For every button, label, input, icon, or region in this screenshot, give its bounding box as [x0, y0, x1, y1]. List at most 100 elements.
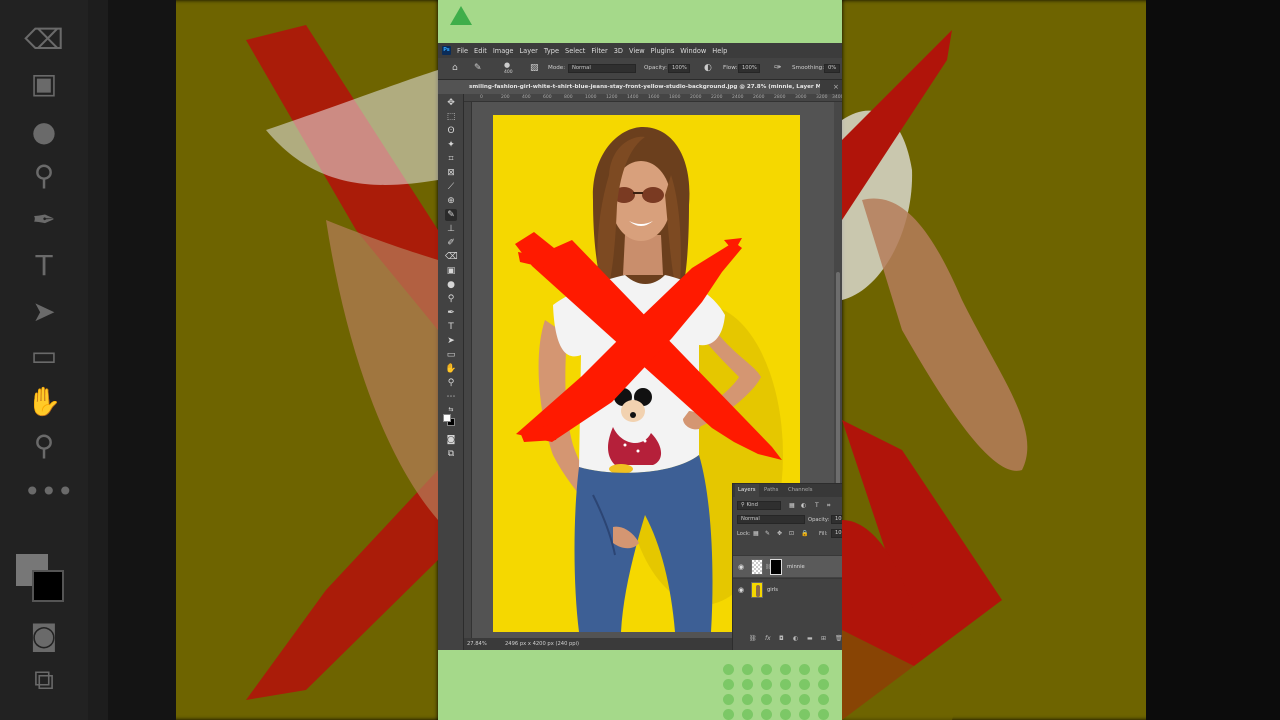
ruler-tick: 2600 — [753, 95, 765, 100]
frame-tool-icon[interactable]: ⊠ — [445, 167, 457, 179]
green-triangle-icon — [450, 6, 472, 25]
menu-view[interactable]: View — [629, 47, 645, 55]
menu-window[interactable]: Window — [680, 47, 706, 55]
document-tabs: smiling-fashion-girl-white-t-shirt-blue-… — [464, 80, 842, 94]
visibility-eye-icon[interactable]: ◉ — [738, 563, 744, 571]
photoshop-window: Ps File Edit Image Layer Type Select Fil… — [438, 43, 842, 650]
menu-layer[interactable]: Layer — [519, 47, 537, 55]
layer-name[interactable]: girls — [767, 586, 778, 594]
visibility-eye-icon[interactable]: ◉ — [738, 586, 744, 594]
quick-mask-icon[interactable]: ◙ — [445, 434, 457, 446]
zoom-tool-icon[interactable]: ⚲ — [445, 377, 457, 389]
filter-adjustment-icon[interactable]: ◐ — [801, 502, 806, 509]
lock-all-icon[interactable]: 🔒 — [801, 530, 808, 537]
smoothing-field[interactable]: 0% — [824, 64, 840, 73]
tab-channels[interactable]: Channels — [785, 484, 816, 497]
tab-paths[interactable]: Paths — [761, 484, 781, 497]
delete-layer-icon[interactable]: 🗑 — [835, 633, 842, 645]
opacity-field[interactable]: 100% — [668, 64, 690, 73]
ruler-tick: 400 — [522, 95, 531, 100]
gradient-tool-icon[interactable]: ▣ — [445, 265, 457, 277]
edit-toolbar-icon[interactable]: ⋯ — [445, 391, 457, 403]
menu-plugins[interactable]: Plugins — [651, 47, 675, 55]
layer-fill-field[interactable]: 100% — [831, 529, 842, 538]
pressure-opacity-icon[interactable]: ◐ — [704, 63, 712, 74]
blurred-background-right — [842, 0, 1280, 720]
blurred-red-x-left — [246, 25, 438, 700]
blur-tool-icon[interactable]: ● — [445, 279, 457, 291]
document-info[interactable]: 2496 px x 4200 px (240 ppi) — [505, 638, 579, 650]
zoom-level[interactable]: 27.84% — [467, 638, 487, 650]
lasso-tool-icon[interactable]: ʘ — [445, 125, 457, 137]
blend-mode-select[interactable]: Normal — [737, 515, 805, 524]
close-tab-icon[interactable]: × — [833, 80, 839, 94]
blurred-ruler — [88, 0, 108, 720]
menu-edit[interactable]: Edit — [474, 47, 487, 55]
layer-row-girls[interactable]: ◉ girls — [733, 578, 842, 600]
menu-filter[interactable]: Filter — [591, 47, 607, 55]
filter-type-icon[interactable]: T — [815, 502, 819, 509]
dodge-tool-icon[interactable]: ⚲ — [445, 293, 457, 305]
layer-style-icon[interactable]: fx — [765, 633, 771, 645]
home-icon[interactable]: ⌂ — [452, 63, 458, 74]
type-tool-icon[interactable]: T — [445, 321, 457, 333]
layer-filter-select[interactable]: ⚲ Kind — [737, 501, 781, 510]
decorative-dot — [799, 679, 810, 690]
clone-stamp-tool-icon[interactable]: ⊥ — [445, 223, 457, 235]
layer-name[interactable]: minnie — [787, 563, 805, 571]
document-tab[interactable]: smiling-fashion-girl-white-t-shirt-blue-… — [464, 80, 820, 94]
lock-image-icon[interactable]: ✎ — [765, 530, 770, 537]
new-group-icon[interactable]: ▬ — [807, 633, 813, 645]
decorative-dot — [818, 709, 829, 720]
screen-mode-icon[interactable]: ⧉ — [445, 448, 457, 460]
flow-label: Flow: — [723, 65, 738, 71]
eraser-tool-icon[interactable]: ⌫ — [445, 251, 458, 263]
path-selection-tool-icon[interactable]: ➤ — [445, 335, 457, 347]
layer-filter-kind: Kind — [746, 502, 758, 508]
menu-type[interactable]: Type — [544, 47, 559, 55]
foreground-color-swatch[interactable] — [443, 414, 451, 422]
pen-icon: ✒ — [32, 203, 56, 236]
brush-settings-icon[interactable]: ▨ — [530, 63, 539, 74]
brush-tool-preset-icon[interactable]: ✎ — [474, 63, 482, 74]
mode-select[interactable]: Normal — [568, 64, 636, 73]
menu-file[interactable]: File — [457, 47, 468, 55]
menu-3d[interactable]: 3D — [614, 47, 623, 55]
layer-opacity-field[interactable]: 100% — [831, 515, 842, 524]
flow-field[interactable]: 100% — [738, 64, 760, 73]
new-adjustment-icon[interactable]: ◐ — [793, 633, 798, 645]
decorative-dot — [723, 709, 734, 720]
healing-brush-tool-icon[interactable]: ⊕ — [445, 195, 457, 207]
new-layer-icon[interactable]: ⊞ — [821, 633, 826, 645]
move-tool-icon[interactable]: ✥ — [445, 97, 457, 109]
hand-icon: ✋ — [26, 385, 62, 418]
ruler-tick: 1000 — [585, 95, 597, 100]
menu-help[interactable]: Help — [712, 47, 727, 55]
history-brush-tool-icon[interactable]: ✐ — [445, 237, 457, 249]
filter-pixel-icon[interactable]: ▦ — [789, 502, 795, 509]
filter-shape-icon[interactable]: ⌗ — [827, 502, 830, 510]
rectangle-tool-icon[interactable]: ▭ — [445, 349, 457, 361]
lock-transparent-icon[interactable]: ▦ — [753, 530, 759, 537]
ruler-tick: 3000 — [795, 95, 807, 100]
menu-select[interactable]: Select — [565, 47, 585, 55]
hand-tool-icon[interactable]: ✋ — [445, 363, 457, 375]
link-layers-icon[interactable]: ⛓ — [749, 633, 757, 645]
airbrush-icon[interactable]: ✑ — [774, 63, 782, 74]
pen-tool-icon[interactable]: ✒ — [445, 307, 457, 319]
brush-tool-icon[interactable]: ✎ — [445, 209, 457, 221]
lock-artboard-icon[interactable]: ⊡ — [789, 530, 794, 537]
layer-mask-thumbnail[interactable] — [770, 559, 782, 575]
add-mask-icon[interactable]: ◘ — [779, 633, 784, 645]
tab-layers[interactable]: Layers — [735, 484, 759, 497]
menu-image[interactable]: Image — [493, 47, 514, 55]
layers-panel-tabs: Layers Paths Channels — [733, 484, 842, 497]
eyedropper-tool-icon[interactable]: ⟋ — [445, 181, 457, 193]
options-bar: ⌂ ✎ ● 400 ▨ Mode: Normal Opacity: 100% ◐… — [438, 58, 842, 80]
decorative-dot — [780, 679, 791, 690]
layer-row-minnie[interactable]: ◉ ⛓ minnie — [733, 555, 842, 577]
crop-tool-icon[interactable]: ⌗ — [445, 153, 457, 165]
magic-wand-tool-icon[interactable]: ✦ — [445, 139, 457, 151]
lock-position-icon[interactable]: ✥ — [777, 530, 782, 537]
marquee-tool-icon[interactable]: ⬚ — [445, 111, 457, 123]
